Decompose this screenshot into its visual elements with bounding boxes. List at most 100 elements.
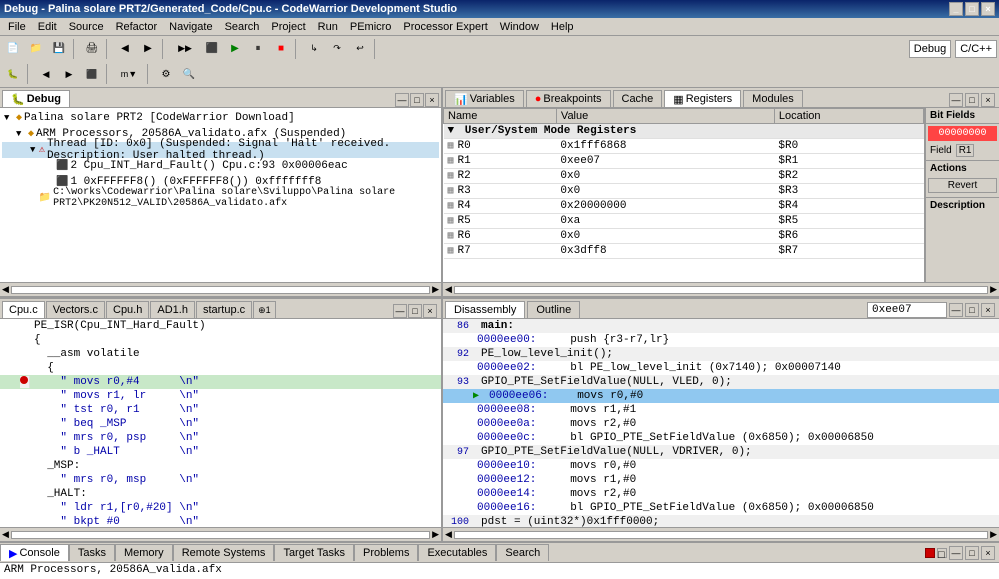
- console-close-btn[interactable]: ×: [981, 546, 995, 560]
- tb-r2-btn[interactable]: ▶: [58, 64, 80, 84]
- console-stop-btn[interactable]: [925, 548, 935, 558]
- source-maximize-btn[interactable]: □: [408, 304, 422, 318]
- tb-search-btn[interactable]: 🔍: [178, 64, 200, 84]
- menu-pemicro[interactable]: PEmicro: [344, 20, 398, 34]
- tb-save-btn[interactable]: 💾: [48, 39, 70, 59]
- tb-debug2-btn[interactable]: 🐛: [2, 64, 24, 84]
- console-tab-executables[interactable]: Executables: [418, 544, 496, 561]
- tb-build-btn[interactable]: ▶▶: [170, 39, 200, 59]
- reg-val-r5[interactable]: 0xa: [556, 214, 774, 229]
- vars-scroll-right[interactable]: ▶: [990, 284, 997, 295]
- tb-r1-btn[interactable]: ◀: [35, 64, 57, 84]
- tb-back-btn[interactable]: ◀: [114, 39, 136, 59]
- cpp-perspective-label[interactable]: C/C++: [955, 40, 997, 58]
- reg-val-r2[interactable]: 0x0: [556, 169, 774, 184]
- tb-step-over-btn[interactable]: ↷: [326, 39, 348, 59]
- disasm-addr-input[interactable]: [867, 302, 947, 318]
- disasm-close-btn[interactable]: ×: [981, 303, 995, 317]
- tb-r3-btn[interactable]: ⬛: [81, 64, 103, 84]
- disasm-tab-outline[interactable]: Outline: [527, 301, 580, 318]
- reg-val-r6[interactable]: 0x0: [556, 229, 774, 244]
- source-tab-ad1h[interactable]: AD1.h: [150, 301, 195, 318]
- tb-new-btn[interactable]: 📄: [2, 39, 24, 59]
- vars-scroll-left[interactable]: ◀: [445, 284, 452, 295]
- reg-val-r1[interactable]: 0xee07: [556, 154, 774, 169]
- vars-tab-variables[interactable]: 📊Variables: [445, 90, 524, 107]
- tree-item-5[interactable]: 📁 C:\works\Codewarrior\Palina solare\Svi…: [2, 190, 439, 206]
- disasm-maximize-btn[interactable]: □: [965, 303, 979, 317]
- tree-scroll-bar[interactable]: [11, 286, 430, 294]
- source-tab-vectors[interactable]: Vectors.c: [46, 301, 105, 318]
- disasm-tab-disassembly[interactable]: Disassembly: [445, 301, 525, 318]
- disasm-minimize-btn[interactable]: —: [949, 303, 963, 317]
- tb-open-btn[interactable]: 📁: [25, 39, 47, 59]
- debug-maximize-btn[interactable]: □: [410, 93, 424, 107]
- source-tab-cpu[interactable]: Cpu.c: [2, 301, 45, 318]
- group-arrow[interactable]: ▼: [448, 125, 455, 137]
- src-bp[interactable]: [20, 376, 30, 388]
- menu-run[interactable]: Run: [312, 20, 344, 34]
- tb-m-btn[interactable]: m▼: [114, 64, 144, 84]
- revert-button[interactable]: Revert: [928, 178, 997, 193]
- vars-tab-registers[interactable]: ▦Registers: [664, 90, 741, 107]
- source-minimize-btn[interactable]: —: [393, 304, 407, 318]
- minimize-btn[interactable]: _: [949, 2, 963, 16]
- menu-navigate[interactable]: Navigate: [163, 20, 218, 34]
- vars-scroll-bar[interactable]: [454, 286, 988, 294]
- console-tab-remote[interactable]: Remote Systems: [173, 544, 275, 561]
- reg-val-r7[interactable]: 0x3dff8: [556, 244, 774, 259]
- maximize-btn[interactable]: □: [965, 2, 979, 16]
- tree-scroll-left[interactable]: ◀: [2, 284, 9, 295]
- tb-step-into-btn[interactable]: ↳: [303, 39, 325, 59]
- tb-print-btn[interactable]: 🖨: [81, 39, 103, 59]
- console-tab-problems[interactable]: Problems: [354, 544, 418, 561]
- tb-forward-btn[interactable]: ▶: [137, 39, 159, 59]
- console-tab-memory[interactable]: Memory: [115, 544, 173, 561]
- debug-close-btn[interactable]: ×: [425, 93, 439, 107]
- menu-project[interactable]: Project: [265, 20, 311, 34]
- console-tab-console[interactable]: ▶Console: [0, 544, 69, 561]
- reg-val-r4[interactable]: 0x20000000: [556, 199, 774, 214]
- vars-minimize-btn[interactable]: —: [949, 93, 963, 107]
- menu-processor-expert[interactable]: Processor Expert: [397, 20, 493, 34]
- debug-tab[interactable]: 🐛 Debug: [2, 90, 70, 107]
- menu-refactor[interactable]: Refactor: [110, 20, 164, 34]
- tb-step-out-btn[interactable]: ↩: [349, 39, 371, 59]
- tree-item-0[interactable]: ▼ ◆ Palina solare PRT2 [CodeWarrior Down…: [2, 110, 439, 126]
- tb-resume-btn[interactable]: ▶: [224, 39, 246, 59]
- vars-close-btn[interactable]: ×: [981, 93, 995, 107]
- menu-window[interactable]: Window: [494, 20, 545, 34]
- disasm-scroll-left[interactable]: ◀: [445, 529, 452, 540]
- disasm-scroll-bar[interactable]: [454, 531, 988, 539]
- vars-tab-modules[interactable]: Modules: [743, 90, 803, 107]
- tb-pause-btn[interactable]: ⏸: [247, 39, 269, 59]
- console-minimize-btn[interactable]: —: [949, 546, 963, 560]
- menu-search[interactable]: Search: [219, 20, 266, 34]
- console-tab-target[interactable]: Target Tasks: [274, 544, 354, 561]
- tree-item-2[interactable]: ▼ ⚠ Thread [ID: 0x0] (Suspended: Signal …: [2, 142, 439, 158]
- reg-val-r0[interactable]: 0x1fff6868: [556, 139, 774, 154]
- source-tab-startup[interactable]: startup.c: [196, 301, 252, 318]
- menu-edit[interactable]: Edit: [32, 20, 63, 34]
- disasm-scroll-right[interactable]: ▶: [990, 529, 997, 540]
- menu-source[interactable]: Source: [63, 20, 110, 34]
- menu-file[interactable]: File: [2, 20, 32, 34]
- source-tab-1[interactable]: ⊕1: [253, 301, 276, 318]
- reg-val-r3[interactable]: 0x0: [556, 184, 774, 199]
- console-tab-tasks[interactable]: Tasks: [69, 544, 115, 561]
- source-tab-cpuh[interactable]: Cpu.h: [106, 301, 149, 318]
- src-scroll-left[interactable]: ◀: [2, 529, 9, 540]
- vars-tab-breakpoints[interactable]: ●Breakpoints: [526, 90, 611, 107]
- tb-debug-btn[interactable]: ⬛: [201, 39, 223, 59]
- src-scroll-right[interactable]: ▶: [432, 529, 439, 540]
- debug-perspective-label[interactable]: Debug: [909, 40, 951, 58]
- close-btn[interactable]: ×: [981, 2, 995, 16]
- menu-help[interactable]: Help: [545, 20, 580, 34]
- tb-stop-btn[interactable]: ■: [270, 39, 292, 59]
- vars-tab-cache[interactable]: Cache: [613, 90, 663, 107]
- src-scroll-bar[interactable]: [11, 531, 430, 539]
- tree-scroll-right[interactable]: ▶: [432, 284, 439, 295]
- vars-maximize-btn[interactable]: □: [965, 93, 979, 107]
- tb-gear-btn[interactable]: ⚙: [155, 64, 177, 84]
- source-close-btn[interactable]: ×: [423, 304, 437, 318]
